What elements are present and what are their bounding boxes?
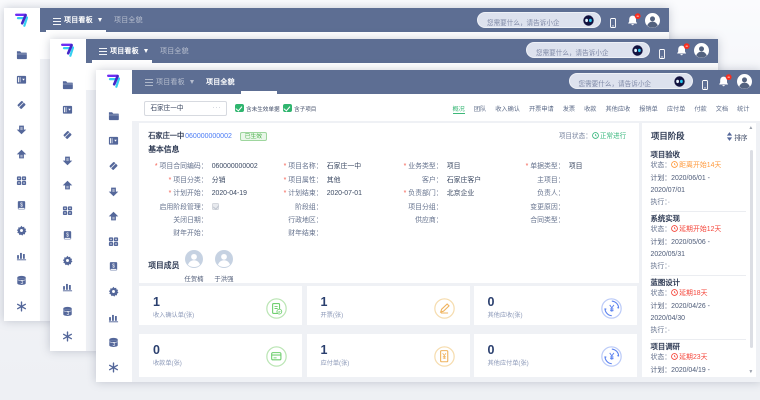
svg-text:3: 3 [20,280,23,286]
svg-text:$: $ [20,202,23,208]
svg-text:$: $ [112,264,115,270]
svg-text:3: 3 [66,311,69,317]
svg-text:3: 3 [112,342,115,348]
svg-text:$: $ [66,233,69,239]
